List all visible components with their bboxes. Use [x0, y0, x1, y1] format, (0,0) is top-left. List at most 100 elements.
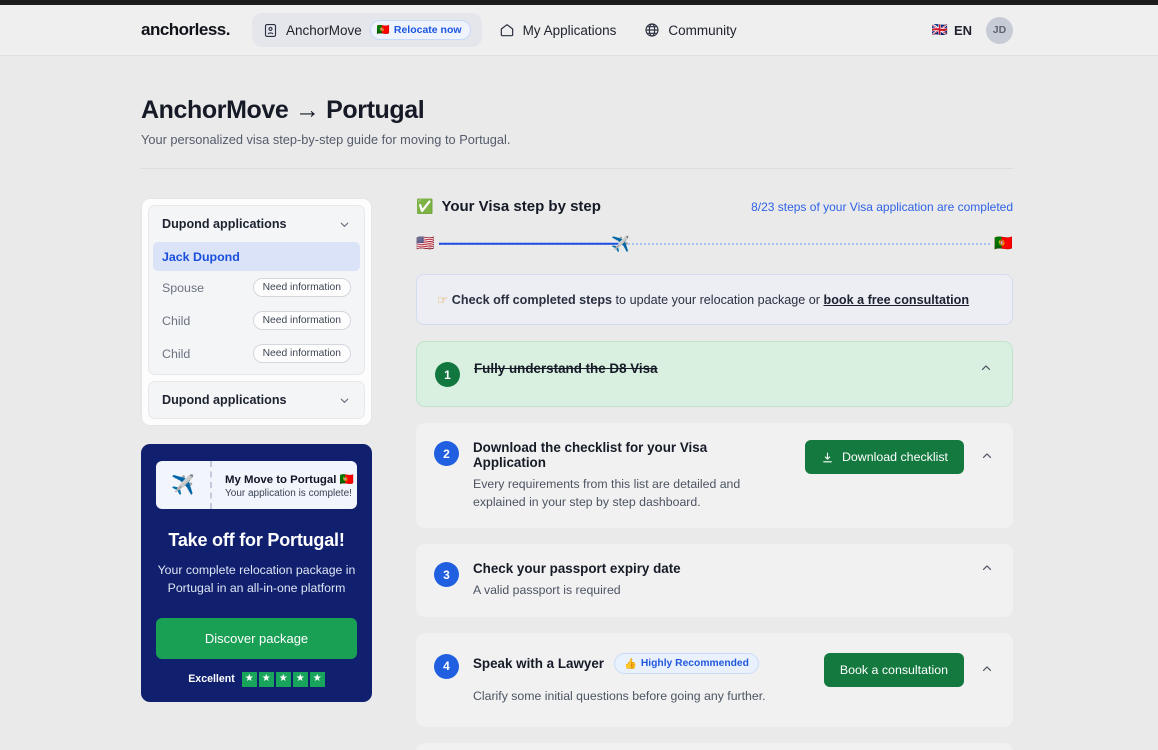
step-actions: Download checklist [791, 440, 994, 474]
step-body: Speak with a Lawyer 👍 Highly Recommended… [473, 652, 796, 705]
applications-group-two[interactable]: Dupond applications [148, 381, 365, 419]
applications-group-two-title: Dupond applications [162, 393, 287, 407]
chevron-up-icon[interactable] [980, 662, 994, 678]
step-card-3[interactable]: 3 Check your passport expiry date A vali… [416, 544, 1013, 617]
promo-ticket-title: My Move to Portugal 🇵🇹 [225, 473, 354, 486]
step-title: Download the checklist for your Visa App… [473, 440, 708, 470]
page-subtitle: Your personalized visa step-by-step guid… [141, 132, 511, 147]
primary-nav: AnchorMove 🇵🇹 Relocate now My Applicatio… [252, 13, 748, 47]
step-description: A valid passport is required [473, 583, 621, 598]
step-actions [966, 561, 994, 577]
progress-track[interactable]: ✈️ [438, 235, 991, 253]
home-icon [499, 22, 515, 38]
discover-package-button[interactable]: Discover package [156, 617, 357, 659]
applications-card: Dupond applications Jack Dupond Spouse N… [141, 198, 372, 426]
check-mark-icon: ✅ [416, 198, 434, 214]
highly-recommended-label: Highly Recommended [640, 657, 749, 669]
pointing-hand-icon: ☞ [437, 293, 449, 307]
member-name: Jack Dupond [162, 249, 240, 264]
promo-card: ✈️ My Move to Portugal 🇵🇹 Your applicati… [141, 444, 372, 702]
nav-item-community[interactable]: Community [633, 15, 747, 45]
step-actions [965, 361, 993, 377]
destination-flag-icon: 🇵🇹 [994, 235, 1013, 252]
anchorless-logo[interactable]: anchorless. [141, 20, 231, 40]
promo-heading: Take off for Portugal! [168, 530, 345, 550]
member-name: Child [162, 346, 191, 361]
promo-ticket-text: My Move to Portugal 🇵🇹 Your application … [212, 472, 357, 499]
chevron-up-icon[interactable] [980, 449, 994, 465]
language-selector[interactable]: 🇬🇧 EN [932, 22, 972, 38]
promo-ticket-subtitle: Your application is complete! [225, 487, 352, 499]
book-free-consultation-link[interactable]: book a free consultation [824, 293, 970, 307]
thumbs-up-icon: 👍 [623, 658, 637, 670]
step-description: Clarify some initial questions before go… [473, 688, 766, 703]
book-consultation-button[interactable]: Book a consultation [823, 652, 964, 687]
highly-recommended-badge: 👍 Highly Recommended [613, 652, 759, 674]
trustpilot-rating: Excellent ★ ★ ★ ★ ★ [156, 671, 357, 687]
step-number-badge: 4 [434, 653, 459, 679]
uk-flag-icon: 🇬🇧 [931, 22, 948, 37]
origin-flag-icon: 🇺🇸 [416, 235, 435, 252]
download-checklist-button[interactable]: Download checklist [804, 440, 964, 474]
applications-group-two-header[interactable]: Dupond applications [149, 382, 364, 418]
nav-label-community: Community [668, 22, 737, 38]
star-icon: ★ [309, 671, 325, 687]
step-title-row: Download the checklist for your Visa App… [473, 440, 777, 470]
promo-ticket: ✈️ My Move to Portugal 🇵🇹 Your applicati… [156, 461, 357, 509]
chevron-down-icon[interactable] [338, 218, 351, 231]
progress-track-filled [438, 242, 621, 245]
step-card-1[interactable]: 1 Fully understand the D8 Visa [416, 341, 1013, 407]
step-actions: Book a consultation [810, 652, 994, 687]
applications-group-one-title: Dupond applications [162, 217, 287, 231]
page-title: AnchorMove → Portugal [141, 96, 425, 124]
applications-group-one: Dupond applications Jack Dupond Spouse N… [148, 205, 365, 375]
member-status-badge[interactable]: Need information [252, 278, 351, 297]
page-body: AnchorMove → Portugal Your personalized … [0, 56, 1158, 750]
chevron-up-icon[interactable] [980, 561, 994, 577]
star-icon: ★ [292, 671, 308, 687]
header-right-controls: 🇬🇧 EN JD [932, 16, 1013, 44]
visa-steps-title-group: ✅ Your Visa step by step [416, 198, 601, 215]
sidebar-member-spouse[interactable]: Spouse Need information [149, 271, 364, 304]
step-body: Download the checklist for your Visa App… [473, 440, 777, 511]
visa-steps-title: Your Visa step by step [441, 198, 601, 215]
language-code: EN [953, 22, 972, 38]
applications-group-one-header[interactable]: Dupond applications [149, 206, 364, 242]
step-title-row: Check your passport expiry date [473, 561, 952, 576]
header-divider [141, 168, 1013, 169]
chevron-up-icon[interactable] [979, 361, 993, 377]
nav-item-anchormove[interactable]: AnchorMove 🇵🇹 Relocate now [252, 13, 482, 47]
journey-progress-bar: 🇺🇸 ✈️ 🇵🇹 [416, 235, 1013, 253]
main-content: ✅ Your Visa step by step 8/23 steps of y… [416, 198, 1013, 750]
step-body: Check your passport expiry date A valid … [473, 561, 952, 599]
id-card-icon [263, 23, 278, 38]
notice-bold-text: Check off completed steps [451, 293, 613, 307]
rating-stars: ★ ★ ★ ★ ★ [241, 671, 325, 687]
step-card-5-partial[interactable] [416, 742, 1013, 750]
airplane-marker-icon: ✈️ [611, 235, 631, 253]
step-card-4[interactable]: 4 Speak with a Lawyer 👍 Highly Recommend… [416, 632, 1013, 727]
rating-label: Excellent [188, 673, 235, 686]
download-checklist-label: Download checklist [841, 450, 948, 464]
avatar[interactable]: JD [986, 16, 1013, 44]
promo-paragraph: Your complete relocation package in Port… [157, 563, 356, 595]
sidebar-member-child-2[interactable]: Child Need information [149, 337, 364, 374]
member-status-badge[interactable]: Need information [252, 344, 351, 363]
member-name: Child [162, 313, 191, 328]
steps-completed-text: 8/23 steps of your Visa application are … [751, 199, 1013, 214]
step-number-badge: 3 [434, 562, 459, 588]
step-title: Speak with a Lawyer [473, 655, 604, 671]
content-columns: Dupond applications Jack Dupond Spouse N… [141, 198, 1013, 750]
checkoff-notice: ☞ Check off completed steps to update yo… [416, 274, 1013, 325]
sidebar-member-child-1[interactable]: Child Need information [149, 304, 364, 337]
relocate-now-badge[interactable]: 🇵🇹 Relocate now [369, 20, 471, 40]
step-title-row: Speak with a Lawyer 👍 Highly Recommended [473, 652, 796, 674]
chevron-down-icon[interactable] [338, 394, 351, 407]
sidebar: Dupond applications Jack Dupond Spouse N… [141, 198, 372, 750]
step-description: Every requirements from this list are de… [473, 477, 741, 510]
nav-item-my-applications[interactable]: My Applications [488, 15, 628, 45]
step-card-2[interactable]: 2 Download the checklist for your Visa A… [416, 423, 1013, 529]
member-status-badge[interactable]: Need information [252, 311, 351, 330]
sidebar-member-jack-dupond[interactable]: Jack Dupond [153, 242, 360, 271]
step-number-badge: 2 [434, 441, 459, 466]
